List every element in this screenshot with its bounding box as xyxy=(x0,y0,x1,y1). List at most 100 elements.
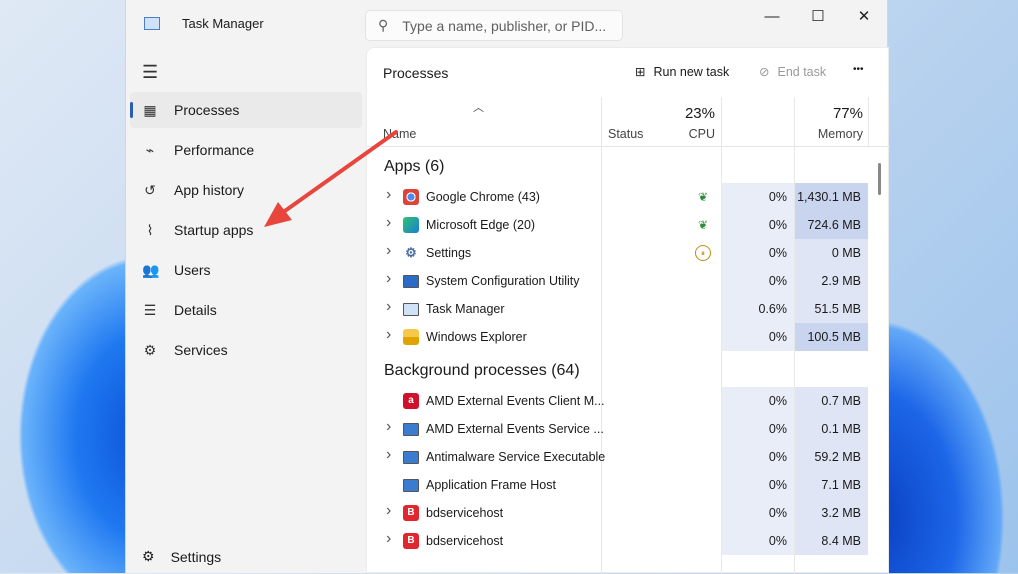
table-row[interactable]: Application Frame Host 0% 7.1 MB xyxy=(367,471,890,499)
table-row[interactable]: › Bbdservicehost 0% 3.2 MB xyxy=(367,499,890,527)
table-row[interactable]: › ⚙ Settings ⏸ 0% 0 MB xyxy=(367,239,890,267)
expand-chevron-icon[interactable]: › xyxy=(386,418,391,436)
cpu-value: 0% xyxy=(722,527,794,555)
table-header: ︿ Name Status 23% CPU 77% Memory xyxy=(367,97,890,147)
title-bar: Task Manager xyxy=(144,16,264,31)
table-row[interactable]: › Antimalware Service Executable 0% 59.2 MB xyxy=(367,443,890,471)
table-row[interactable]: › System Configuration Utility 0% 2.9 MB xyxy=(367,267,890,295)
cpu-value: 0% xyxy=(722,267,794,295)
sidebar-item-label: Startup apps xyxy=(174,222,254,238)
memory-value: 1,430.1 MB xyxy=(795,183,868,211)
services-icon: ⚙ xyxy=(143,341,157,358)
column-name[interactable]: Name xyxy=(383,127,416,141)
table-row[interactable]: › Bbdservicehost 0% 8.4 MB xyxy=(367,527,890,555)
sidebar-item-startup-apps[interactable]: ⌇ Startup apps xyxy=(130,212,362,248)
cpu-value: 0% xyxy=(722,443,794,471)
search-icon: ⚲ xyxy=(378,17,389,33)
wallpaper-left xyxy=(0,230,125,573)
search-placeholder: Type a name, publisher, or PID... xyxy=(402,17,607,34)
expand-chevron-icon[interactable]: › xyxy=(386,242,391,260)
process-name: AMD External Events Service ... xyxy=(426,422,604,436)
end-task-icon: ⊘ xyxy=(759,65,770,79)
table-row[interactable]: › Windows Explorer 0% 100.5 MB xyxy=(367,323,890,351)
sidebar-item-settings[interactable]: ⚙ Settings xyxy=(142,548,221,565)
scrollbar[interactable] xyxy=(878,163,881,195)
memory-value: 51.5 MB xyxy=(795,295,868,323)
process-list: Apps (6) › Google Chrome (43) ❦ 0% 1,430.1 MB… xyxy=(367,147,890,555)
run-new-task-button[interactable]: ⊞ Run new task xyxy=(635,64,729,80)
expand-chevron-icon[interactable]: › xyxy=(386,186,391,204)
process-name: Microsoft Edge (20) xyxy=(426,218,536,232)
process-name: AMD External Events Client M... xyxy=(426,394,605,408)
process-name: Application Frame Host xyxy=(426,478,556,492)
sidebar-item-label: Details xyxy=(174,302,217,318)
sidebar-item-label: Services xyxy=(174,342,228,358)
process-name: bdservicehost xyxy=(426,506,504,520)
cpu-value: 0% xyxy=(722,211,794,239)
details-icon: ☰ xyxy=(143,301,157,318)
sidebar-item-app-history[interactable]: ↺ App history xyxy=(130,172,362,208)
wallpaper-right xyxy=(888,300,1018,573)
memory-value: 0.7 MB xyxy=(795,387,868,415)
processes-icon: ▦ xyxy=(143,101,157,118)
expand-chevron-icon[interactable]: › xyxy=(386,298,391,316)
memory-value: 8.4 MB xyxy=(795,527,868,555)
sidebar-item-details[interactable]: ☰ Details xyxy=(130,292,362,328)
table-row[interactable]: › AMD External Events Service ... 0% 0.1 MB xyxy=(367,415,890,443)
memory-value: 7.1 MB xyxy=(795,471,868,499)
memory-value: 0.1 MB xyxy=(795,415,868,443)
table-row[interactable]: a AMD External Events Client M... 0% 0.7 MB xyxy=(367,387,890,415)
expand-chevron-icon[interactable]: › xyxy=(386,502,391,520)
sidebar-item-processes[interactable]: ▦ Processes xyxy=(130,92,362,128)
sidebar-item-label: Processes xyxy=(174,102,240,118)
expand-chevron-icon[interactable]: › xyxy=(386,530,391,548)
paused-icon: ⏸ xyxy=(695,245,711,261)
hamburger-menu-icon[interactable]: ☰ xyxy=(142,62,158,83)
settings-icon: ⚙ xyxy=(405,245,417,260)
performance-icon: ⌁ xyxy=(145,141,155,158)
memory-value: 3.2 MB xyxy=(795,499,868,527)
task-manager-app-icon xyxy=(144,17,160,30)
maximize-button[interactable]: ☐ xyxy=(795,0,841,32)
expand-chevron-icon[interactable]: › xyxy=(386,214,391,232)
window-title: Task Manager xyxy=(182,16,264,31)
process-name: Antimalware Service Executable xyxy=(426,450,606,464)
sysconfig-icon xyxy=(403,275,419,288)
end-task-label: End task xyxy=(777,64,827,79)
sidebar-item-label: Users xyxy=(174,262,211,278)
memory-value: 100.5 MB xyxy=(795,323,868,351)
sort-chevron-icon[interactable]: ︿ xyxy=(473,99,484,115)
efficiency-mode-icon: ❦ xyxy=(697,218,709,232)
search-input[interactable]: ⚲ Type a name, publisher, or PID... xyxy=(365,10,623,41)
expand-chevron-icon[interactable]: › xyxy=(386,270,391,288)
minimize-button[interactable]: — xyxy=(749,0,795,32)
close-button[interactable]: ✕ xyxy=(841,0,887,32)
process-name: Windows Explorer xyxy=(426,330,527,344)
column-status[interactable]: Status xyxy=(608,127,643,141)
sidebar-item-performance[interactable]: ⌁ Performance xyxy=(130,132,362,168)
end-task-button[interactable]: ⊘ End task xyxy=(759,64,827,80)
users-icon: 👥 xyxy=(142,261,160,278)
service-icon xyxy=(403,451,419,464)
more-options-button[interactable]: ••• xyxy=(853,64,864,75)
column-memory[interactable]: Memory xyxy=(818,127,863,141)
sidebar-item-label: Settings xyxy=(170,548,222,565)
expand-chevron-icon[interactable]: › xyxy=(386,326,391,344)
sidebar-item-services[interactable]: ⚙ Services xyxy=(130,332,362,368)
cpu-value: 0% xyxy=(722,471,794,499)
service-icon xyxy=(403,423,419,436)
memory-total: 77% xyxy=(832,105,863,122)
group-header[interactable]: Background processes (64) xyxy=(367,351,890,387)
sidebar-item-users[interactable]: 👥 Users xyxy=(130,252,362,288)
expand-chevron-icon[interactable]: › xyxy=(386,446,391,464)
table-row[interactable]: › Microsoft Edge (20) ❦ 0% 724.6 MB xyxy=(367,211,890,239)
sidebar-item-label: App history xyxy=(174,182,245,198)
group-header[interactable]: Apps (6) xyxy=(367,147,890,183)
column-cpu[interactable]: CPU xyxy=(689,127,715,141)
table-row[interactable]: › Task Manager 0.6% 51.5 MB xyxy=(367,295,890,323)
startup-icon: ⌇ xyxy=(146,221,154,238)
cpu-value: 0% xyxy=(722,183,794,211)
table-row[interactable]: › Google Chrome (43) ❦ 0% 1,430.1 MB xyxy=(367,183,890,211)
explorer-icon xyxy=(403,329,419,345)
taskmgr-icon xyxy=(403,303,419,316)
